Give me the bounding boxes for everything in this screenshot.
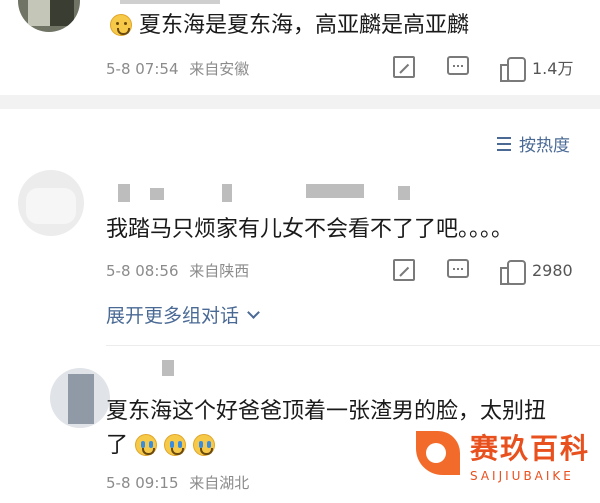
like-icon <box>500 55 526 82</box>
sort-button[interactable]: 按热度 <box>497 131 570 156</box>
crying-emoji-icon <box>193 434 216 456</box>
comment-meta: 5-8 07:54 来自安徽 <box>106 58 249 79</box>
divider <box>106 345 600 346</box>
username-blurred[interactable] <box>120 0 220 4</box>
like-count: 1.4万 <box>532 59 574 78</box>
comment-icon <box>447 56 469 75</box>
username-blurred <box>150 188 164 200</box>
share-icon <box>393 56 415 78</box>
username-blurred[interactable] <box>118 184 130 202</box>
comment-source: 来自湖北 <box>189 474 250 492</box>
comment-meta: 5-8 09:15 来自湖北 <box>106 472 249 493</box>
comment-text-content: 夏东海是夏东海，高亚麟是高亚麟 <box>139 13 470 38</box>
sort-label: 按热度 <box>519 136 570 156</box>
comment-text: 夏东海是夏东海，高亚麟是高亚麟 <box>110 11 469 41</box>
share-button[interactable] <box>393 259 415 281</box>
expand-conversation-link[interactable]: 展开更多组对话 <box>106 301 260 328</box>
like-button[interactable]: 1.4万 <box>500 55 574 82</box>
comment-text-tail: 了 <box>106 433 129 458</box>
username-blurred <box>222 184 232 202</box>
crying-emoji-icon <box>164 434 187 456</box>
share-icon <box>393 259 415 281</box>
avatar[interactable] <box>18 170 84 236</box>
watermark-subtitle: SAIJIUBAIKE <box>470 469 574 483</box>
username-blurred[interactable] <box>162 360 174 376</box>
comment-date: 5-8 09:15 <box>106 474 179 492</box>
chevron-down-icon <box>247 305 260 319</box>
share-button[interactable] <box>393 56 415 78</box>
comment-date: 5-8 08:56 <box>106 262 179 280</box>
comment-source: 来自陕西 <box>189 262 250 280</box>
comment-meta: 5-8 08:56 来自陕西 <box>106 260 249 281</box>
like-icon <box>500 258 526 285</box>
comment-button[interactable] <box>447 56 469 75</box>
comment-icon <box>447 259 469 278</box>
comment-button[interactable] <box>447 259 469 278</box>
avatar[interactable] <box>50 368 110 428</box>
watermark-title: 赛玖百科 <box>470 432 591 465</box>
username-blurred <box>306 184 364 198</box>
watermark: 赛玖百科 SAIJIUBAIKE <box>408 425 590 485</box>
section-divider <box>0 95 600 109</box>
comment-date: 5-8 07:54 <box>106 60 179 78</box>
crying-emoji-icon <box>135 434 158 456</box>
comment-source: 来自安徽 <box>189 60 250 78</box>
comment-text-line: 夏东海这个好爸爸顶着一张渣男的脸，太别扭 <box>106 399 547 424</box>
sort-icon <box>497 136 513 152</box>
username-blurred <box>398 186 410 200</box>
expand-label: 展开更多组对话 <box>106 305 240 327</box>
watermark-logo-icon <box>408 425 470 485</box>
like-button[interactable]: 2980 <box>500 258 573 285</box>
avatar[interactable] <box>18 0 80 32</box>
like-count: 2980 <box>532 260 573 280</box>
emoji-icon <box>110 14 132 36</box>
comment-text: 我踏马只烦家有儿女不会看不了了吧。。。。 <box>106 217 514 242</box>
